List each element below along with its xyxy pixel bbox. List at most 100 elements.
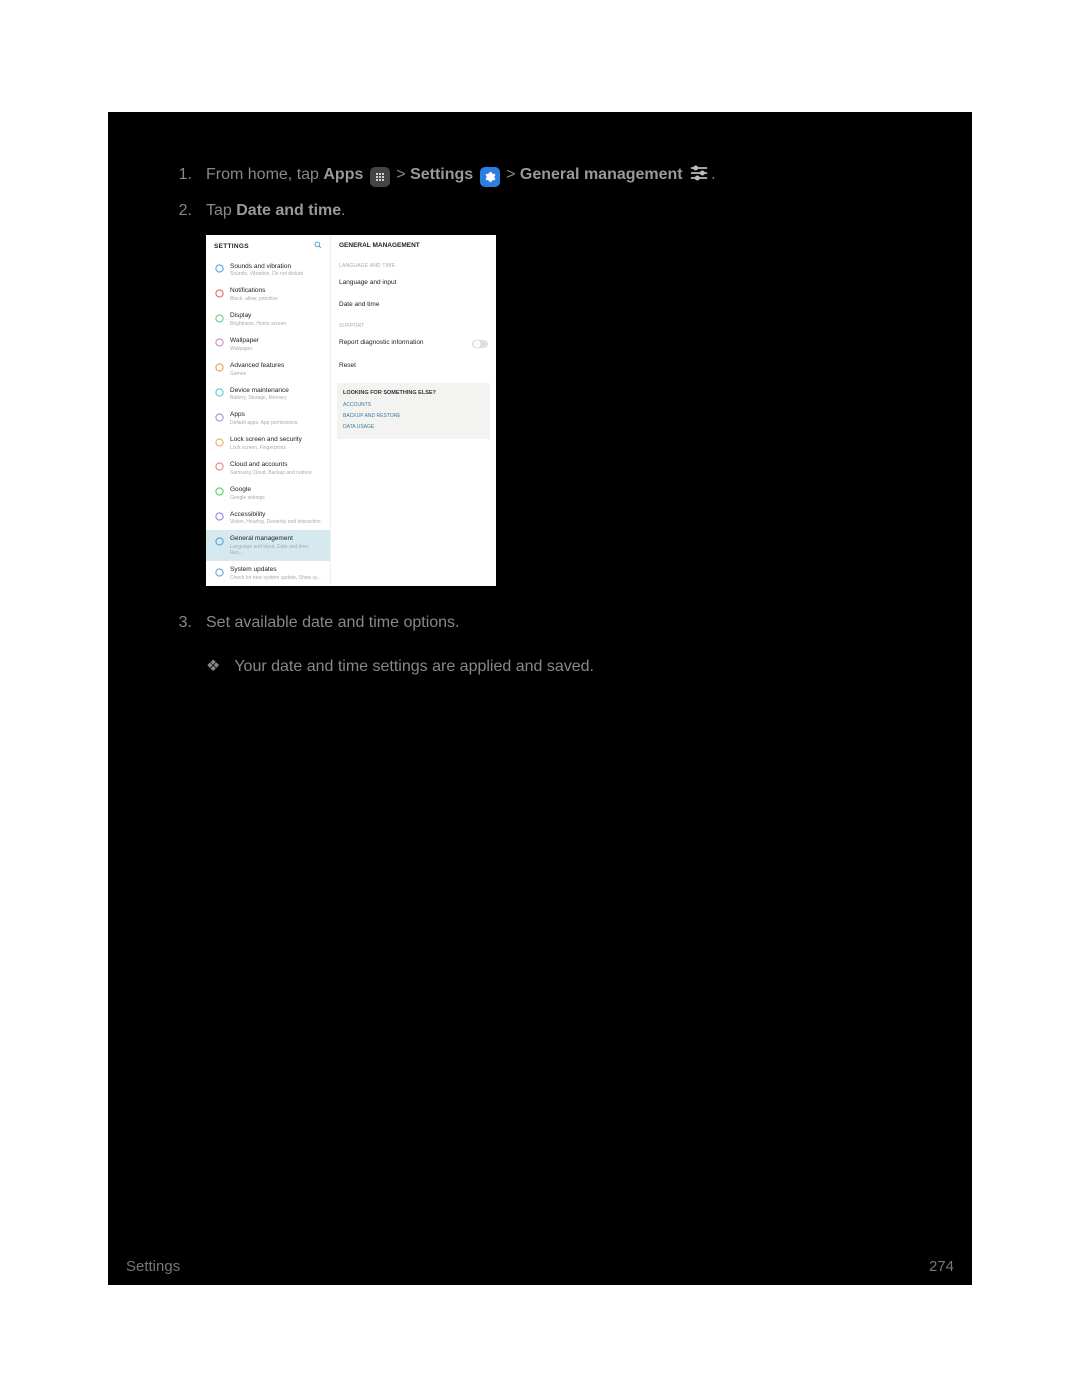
sidebar-item-cloud[interactable]: Cloud and accountsSamsung Cloud, Backup … — [206, 456, 330, 481]
sidebar-item-apps[interactable]: AppsDefault apps, App permissions — [206, 406, 330, 431]
sidebar-item-title: Display — [230, 312, 322, 320]
sidebar-item-subtitle: Brightness, Home screen — [230, 321, 322, 327]
sliders-icon — [689, 163, 709, 183]
sidebar-item-subtitle: Google settings — [230, 495, 322, 501]
step-text: Tap — [206, 202, 236, 219]
notif-icon — [214, 288, 224, 298]
apps-label: Apps — [323, 166, 363, 183]
section-label: SUPPORT — [331, 316, 496, 332]
sidebar-item-title: Advanced features — [230, 362, 322, 370]
step-3: 3. Set available date and time options. — [170, 610, 930, 636]
sidebar-item-display[interactable]: DisplayBrightness, Home screen — [206, 307, 330, 332]
step-body: From home, tap Apps > Settings > General… — [206, 162, 930, 188]
sidebar-item-sound[interactable]: Sounds and vibrationSounds, Vibration, D… — [206, 258, 330, 283]
sidebar-item-subtitle: Language and input, Date and time, Res..… — [230, 544, 322, 556]
lock-icon — [214, 437, 224, 447]
sidebar-item-subtitle: Battery, Storage, Memory — [230, 395, 322, 401]
settings-title: SETTINGS — [214, 242, 249, 252]
settings-gear-icon — [480, 167, 500, 187]
looking-for-box: LOOKING FOR SOMETHING ELSE? ACCOUNTS BAC… — [337, 383, 490, 439]
box-title: LOOKING FOR SOMETHING ELSE? — [343, 389, 484, 398]
advanced-icon — [214, 363, 224, 373]
update-icon — [214, 567, 224, 577]
sidebar-item-title: Device maintenance — [230, 387, 322, 395]
sidebar-item-subtitle: Lock screen, Fingerprints — [230, 445, 322, 451]
sidebar-item-title: General management — [230, 535, 322, 543]
sidebar-item-title: Cloud and accounts — [230, 461, 322, 469]
result-row: ❖ Your date and time settings are applie… — [170, 654, 930, 680]
page-footer: Settings 274 — [108, 1248, 972, 1285]
step-tail: . — [341, 202, 345, 219]
instruction-steps: 1. From home, tap Apps > Settings > Gene… — [108, 112, 972, 679]
search-icon[interactable] — [314, 241, 322, 253]
step-number: 1. — [170, 162, 192, 188]
sidebar-item-title: Accessibility — [230, 511, 322, 519]
general-management-panel: GENERAL MANAGEMENT LANGUAGE AND TIME Lan… — [331, 235, 496, 586]
footer-section: Settings — [126, 1258, 180, 1275]
sidebar-item-advanced[interactable]: Advanced featuresGames — [206, 357, 330, 382]
display-icon — [214, 313, 224, 323]
accessibility-icon — [214, 512, 224, 522]
result-text: Your date and time settings are applied … — [234, 654, 594, 680]
sidebar-item-notif[interactable]: NotificationsBlock, allow, prioritize — [206, 282, 330, 307]
general-management-label: General management — [520, 166, 683, 183]
sidebar-item-title: Google — [230, 486, 322, 494]
maint-icon — [214, 388, 224, 398]
document-page: 1. From home, tap Apps > Settings > Gene… — [108, 112, 972, 1285]
sidebar-item-wallpaper[interactable]: WallpaperWallpaper — [206, 332, 330, 357]
step-body: Set available date and time options. — [206, 610, 930, 636]
sidebar-item-maint[interactable]: Device maintenanceBattery, Storage, Memo… — [206, 382, 330, 407]
gt-separator: > — [506, 166, 520, 183]
sidebar-item-lock[interactable]: Lock screen and securityLock screen, Fin… — [206, 431, 330, 456]
wallpaper-icon — [214, 338, 224, 348]
settings-screenshot: SETTINGS Sounds and vibrationSounds, Vib… — [206, 235, 496, 586]
bullet-icon: ❖ — [206, 654, 220, 680]
sidebar-item-subtitle: Sounds, Vibration, Do not disturb — [230, 271, 322, 277]
step-number: 2. — [170, 198, 192, 600]
sound-icon — [214, 264, 224, 274]
general-icon — [214, 536, 224, 546]
reset-item[interactable]: Reset — [331, 355, 496, 377]
step-number: 3. — [170, 610, 192, 636]
cloud-icon — [214, 462, 224, 472]
sidebar-item-subtitle: Samsung Cloud, Backup and restore — [230, 470, 322, 476]
sidebar-item-subtitle: Vision, Hearing, Dexterity and interacti… — [230, 519, 322, 525]
sidebar-item-general[interactable]: General managementLanguage and input, Da… — [206, 530, 330, 561]
sidebar-item-subtitle: Wallpaper — [230, 346, 322, 352]
footer-page-number: 274 — [929, 1258, 954, 1275]
sidebar-item-title: Apps — [230, 411, 322, 419]
sidebar-item-subtitle: Check for new system update, Show sy... — [230, 575, 322, 581]
sidebar-item-subtitle: Block, allow, prioritize — [230, 296, 322, 302]
language-input-item[interactable]: Language and input — [331, 272, 496, 294]
panel-title: GENERAL MANAGEMENT — [331, 235, 496, 255]
sidebar-item-subtitle: Default apps, App permissions — [230, 420, 322, 426]
section-label: LANGUAGE AND TIME — [331, 256, 496, 272]
settings-label: Settings — [410, 166, 473, 183]
step-text: From home, tap — [206, 166, 323, 183]
sidebar-item-title: System updates — [230, 566, 322, 574]
apps-icon — [370, 167, 390, 187]
sidebar-item-update[interactable]: System updatesCheck for new system updat… — [206, 561, 330, 586]
link-accounts[interactable]: ACCOUNTS — [343, 401, 484, 409]
sidebar-item-title: Lock screen and security — [230, 436, 322, 444]
step-tail: . — [711, 166, 715, 183]
report-diagnostic-item[interactable]: Report diagnostic information — [331, 332, 496, 354]
link-backup-restore[interactable]: BACKUP AND RESTORE — [343, 412, 484, 420]
settings-sidebar: SETTINGS Sounds and vibrationSounds, Vib… — [206, 235, 331, 586]
sidebar-item-title: Sounds and vibration — [230, 263, 322, 271]
sidebar-item-accessibility[interactable]: AccessibilityVision, Hearing, Dexterity … — [206, 506, 330, 531]
sidebar-item-google[interactable]: GoogleGoogle settings — [206, 481, 330, 506]
gt-separator: > — [396, 166, 410, 183]
link-data-usage[interactable]: DATA USAGE — [343, 423, 484, 431]
sidebar-item-title: Wallpaper — [230, 337, 322, 345]
step-2: 2. Tap Date and time. SETTINGS Sounds an… — [170, 198, 930, 600]
google-icon — [214, 487, 224, 497]
apps-icon — [214, 412, 224, 422]
date-time-item[interactable]: Date and time — [331, 294, 496, 316]
step-1: 1. From home, tap Apps > Settings > Gene… — [170, 162, 930, 188]
step-body: Tap Date and time. SETTINGS Sounds and v… — [206, 198, 930, 600]
settings-header: SETTINGS — [206, 235, 330, 257]
date-time-label: Date and time — [236, 202, 341, 219]
toggle-switch[interactable] — [472, 340, 488, 348]
sidebar-item-subtitle: Games — [230, 371, 322, 377]
